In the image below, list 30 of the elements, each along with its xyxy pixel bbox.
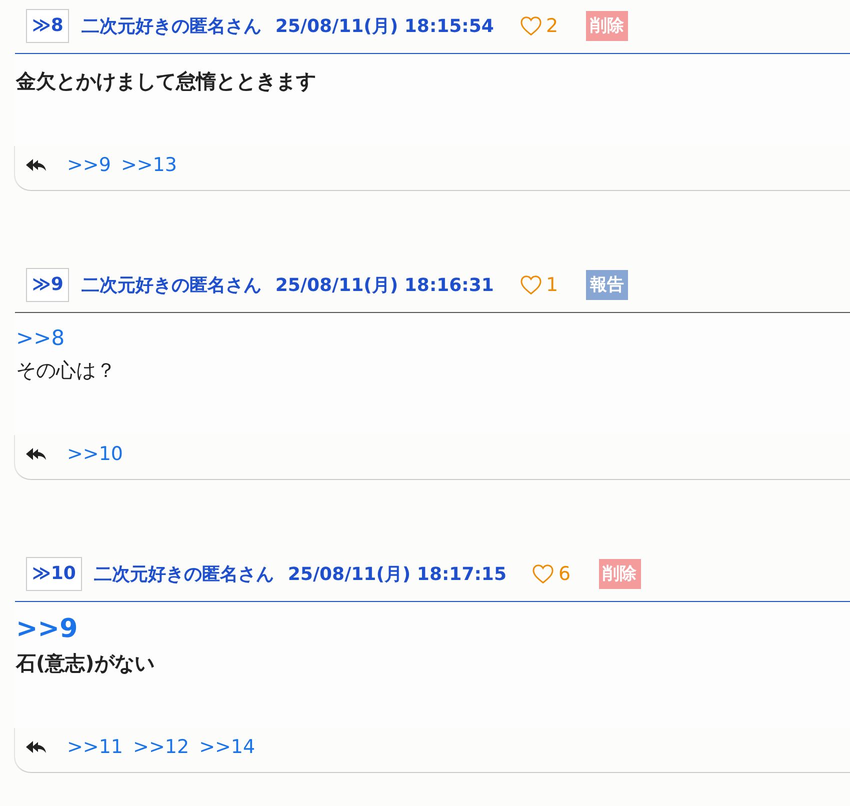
reply-link[interactable]: >>12 (133, 736, 190, 758)
poster-name: 二次元好きの匿名さん (81, 14, 262, 38)
post-date: 25/08/11(月) 18:16:31 (275, 274, 494, 296)
post-text: 金欠とかけまして怠惰とときます (16, 68, 317, 95)
reply-link[interactable]: >>10 (67, 443, 124, 465)
heart-icon (520, 16, 542, 36)
post-text: その心は？ (16, 357, 117, 384)
post-number-link[interactable]: ≫9 (26, 268, 70, 302)
post-number-link[interactable]: ≫8 (26, 8, 70, 42)
reply-all-icon (25, 157, 47, 173)
like-button[interactable]: 2 (520, 14, 558, 36)
post-date: 25/08/11(月) 18:17:15 (288, 562, 506, 586)
poster-name: 二次元好きの匿名さん (81, 274, 262, 296)
quote-link[interactable]: >>8 (16, 323, 850, 353)
reply-link[interactable]: >>9 (67, 154, 111, 176)
reply-link[interactable]: >>14 (199, 736, 256, 758)
post-date: 25/08/11(月) 18:15:54 (275, 14, 494, 38)
like-button[interactable]: 1 (520, 274, 558, 296)
heart-icon (520, 274, 542, 294)
reply-all-icon (25, 446, 47, 462)
post-text: 石(意志)がない (16, 650, 156, 677)
reply-link[interactable]: >>13 (120, 154, 177, 176)
report-button[interactable]: 報告 (586, 270, 628, 300)
post-number-link[interactable]: ≫10 (26, 556, 82, 590)
reply-all-icon (25, 739, 47, 755)
like-button[interactable]: 6 (532, 562, 571, 584)
quote-link[interactable]: >>9 (16, 612, 850, 646)
heart-icon (532, 564, 554, 584)
poster-name: 二次元好きの匿名さん (94, 562, 274, 586)
reply-link[interactable]: >>11 (67, 736, 124, 758)
